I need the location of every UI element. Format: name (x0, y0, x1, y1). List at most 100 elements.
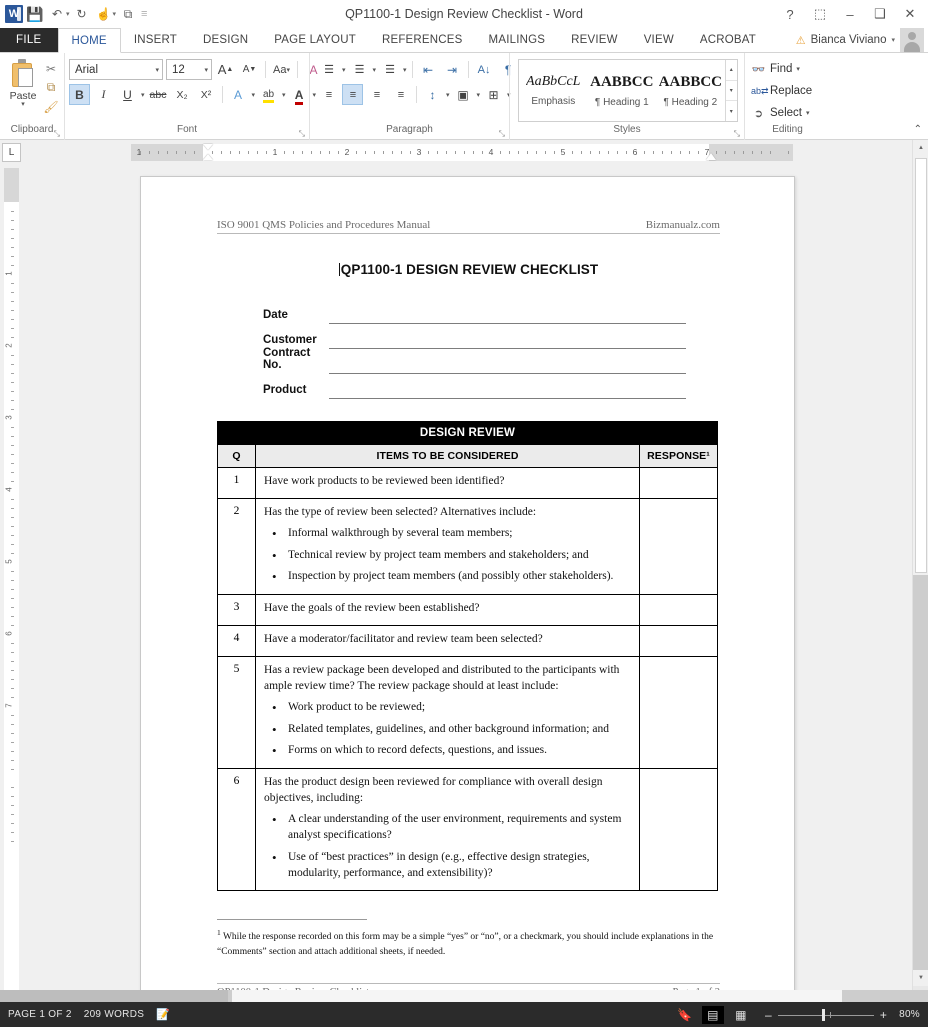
increase-indent-button[interactable]: ⇥ (442, 59, 463, 80)
justify-button[interactable]: ≡ (390, 84, 411, 105)
ribbon-display-options-button[interactable]: ⬚ (810, 6, 830, 22)
help-button[interactable]: ? (780, 7, 800, 22)
font-name-combo[interactable]: Arial ▾ (69, 59, 163, 80)
find-dropdown-icon[interactable]: ▾ (796, 65, 800, 73)
tab-view[interactable]: VIEW (631, 28, 687, 52)
tab-selector-button[interactable]: L (2, 143, 21, 162)
tab-references[interactable]: REFERENCES (369, 28, 476, 52)
bold-button[interactable]: B (69, 84, 90, 105)
customize-quick-access-icon[interactable]: ≡ (140, 8, 148, 20)
styles-more-icon[interactable]: ▾ (726, 101, 737, 121)
shading-dropdown-icon[interactable]: ▾ (477, 91, 481, 99)
restore-button[interactable]: ❑ (870, 6, 890, 22)
vertical-ruler[interactable]: 1 2 3 4 5 6 7 (4, 168, 19, 1002)
horizontal-ruler[interactable]: 12345671 (131, 144, 793, 161)
highlight-dropdown-icon[interactable]: ▾ (282, 91, 286, 99)
superscript-button[interactable]: X² (196, 84, 217, 105)
zoom-out-button[interactable]: – (764, 1008, 773, 1022)
vertical-scroll-track[interactable] (913, 575, 928, 970)
field-input-customer[interactable] (329, 332, 686, 349)
undo-icon[interactable]: ↶ (47, 4, 67, 24)
align-center-button[interactable]: ≡ (342, 84, 363, 105)
document-page[interactable]: ISO 9001 QMS Policies and Procedures Man… (140, 176, 795, 1002)
first-line-indent-marker[interactable] (203, 144, 213, 150)
styles-scroll-up-icon[interactable]: ▴ (725, 60, 737, 81)
repeat-icon[interactable]: ⧉ (118, 4, 138, 24)
cell-response[interactable] (639, 467, 718, 499)
redo-icon[interactable]: ↻ (72, 4, 92, 24)
touch-mode-dropdown-icon[interactable]: ▾ (113, 10, 117, 18)
table-row[interactable]: 6 Has the product design been reviewed f… (217, 768, 718, 892)
design-review-table[interactable]: DESIGN REVIEW Q ITEMS TO BE CONSIDERED R… (217, 421, 718, 892)
bullets-button[interactable]: ☰ (318, 59, 339, 80)
cell-response[interactable] (639, 625, 718, 658)
shrink-font-button[interactable]: A ▼ (239, 59, 260, 80)
hanging-indent-marker[interactable] (203, 154, 213, 160)
cell-response[interactable] (639, 594, 718, 627)
select-button[interactable]: ➲ Select ▾ (751, 103, 810, 123)
align-right-button[interactable]: ≡ (366, 84, 387, 105)
vertical-scroll-thumb[interactable] (915, 158, 927, 573)
text-highlight-button[interactable]: ab (258, 84, 279, 105)
decrease-indent-button[interactable]: ⇤ (418, 59, 439, 80)
tab-design[interactable]: DESIGN (190, 28, 261, 52)
proofing-errors-icon[interactable]: 📝 (156, 1008, 170, 1021)
numbering-dropdown-icon[interactable]: ▾ (373, 66, 377, 74)
cell-response[interactable] (639, 497, 718, 596)
grow-font-button[interactable]: A ▲ (215, 59, 236, 80)
tab-page-layout[interactable]: PAGE LAYOUT (261, 28, 369, 52)
cell-response[interactable] (639, 768, 718, 892)
strikethrough-button[interactable]: abc (148, 84, 169, 105)
shading-button[interactable]: ▣ (453, 84, 474, 105)
find-button[interactable]: 👓 Find ▾ (751, 59, 800, 79)
zoom-slider[interactable]: – + (764, 1008, 888, 1022)
text-effects-dropdown-icon[interactable]: ▾ (252, 91, 256, 99)
page-indicator[interactable]: PAGE 1 OF 2 (8, 1009, 72, 1020)
font-color-button[interactable]: A (289, 84, 310, 105)
zoom-level[interactable]: 80% (894, 1009, 920, 1020)
cell-response[interactable] (639, 656, 718, 770)
line-spacing-button[interactable]: ↕ (422, 84, 443, 105)
underline-button[interactable]: U (117, 84, 138, 105)
account-name[interactable]: Bianca Viviano (811, 34, 887, 46)
account-area[interactable]: ⚠ Bianca Viviano ▾ (796, 28, 928, 52)
format-painter-icon[interactable]: 🖌 (42, 99, 60, 114)
print-layout-button[interactable]: ▤ (702, 1005, 724, 1024)
multilevel-list-button[interactable]: ☰ (379, 59, 400, 80)
bullets-dropdown-icon[interactable]: ▾ (342, 66, 346, 74)
close-button[interactable]: ✕ (900, 6, 920, 22)
undo-dropdown-icon[interactable]: ▾ (66, 10, 70, 18)
tab-mailings[interactable]: MAILINGS (476, 28, 559, 52)
subscript-button[interactable]: X₂ (172, 84, 193, 105)
table-row[interactable]: 1 Have work products to be reviewed been… (217, 467, 718, 499)
field-input-product[interactable] (329, 382, 686, 399)
copy-icon[interactable]: ⧉ (42, 80, 60, 95)
horizontal-scroll-thumb[interactable] (232, 990, 842, 1002)
tab-acrobat[interactable]: ACROBAT (687, 28, 769, 52)
font-size-combo[interactable]: 12 ▾ (166, 59, 212, 80)
zoom-handle[interactable] (822, 1008, 825, 1021)
vertical-scrollbar[interactable]: ▲ ▼ (912, 140, 928, 1002)
right-indent-marker[interactable] (706, 153, 716, 160)
word-count[interactable]: 209 WORDS (84, 1009, 145, 1020)
tab-home[interactable]: HOME (57, 28, 121, 53)
table-row[interactable]: 2 Has the type of review been selected? … (217, 497, 718, 596)
table-row[interactable]: 5 Has a review package been developed an… (217, 656, 718, 770)
styles-scroll-down-icon[interactable]: ▾ (725, 81, 737, 102)
text-effects-button[interactable]: A (228, 84, 249, 105)
style-heading-2[interactable]: AABBCC ¶ Heading 2 (656, 60, 725, 121)
line-spacing-dropdown-icon[interactable]: ▾ (446, 91, 450, 99)
minimize-button[interactable]: – (840, 7, 860, 22)
collapse-ribbon-icon[interactable]: ⌃ (914, 124, 922, 135)
replace-button[interactable]: ab⇄ Replace (751, 81, 812, 101)
multilevel-dropdown-icon[interactable]: ▾ (403, 66, 407, 74)
zoom-in-button[interactable]: + (879, 1008, 888, 1022)
scroll-up-icon[interactable]: ▲ (913, 140, 928, 156)
tab-review[interactable]: REVIEW (558, 28, 631, 52)
sort-button[interactable]: A↓ (474, 59, 495, 80)
clipboard-dialog-launcher[interactable]: ⤡ (54, 129, 60, 139)
cut-icon[interactable]: ✂ (42, 61, 60, 76)
paragraph-dialog-launcher[interactable]: ⤡ (499, 129, 505, 139)
account-dropdown-icon[interactable]: ▾ (891, 36, 895, 44)
numbering-button[interactable]: ☰ (349, 59, 370, 80)
